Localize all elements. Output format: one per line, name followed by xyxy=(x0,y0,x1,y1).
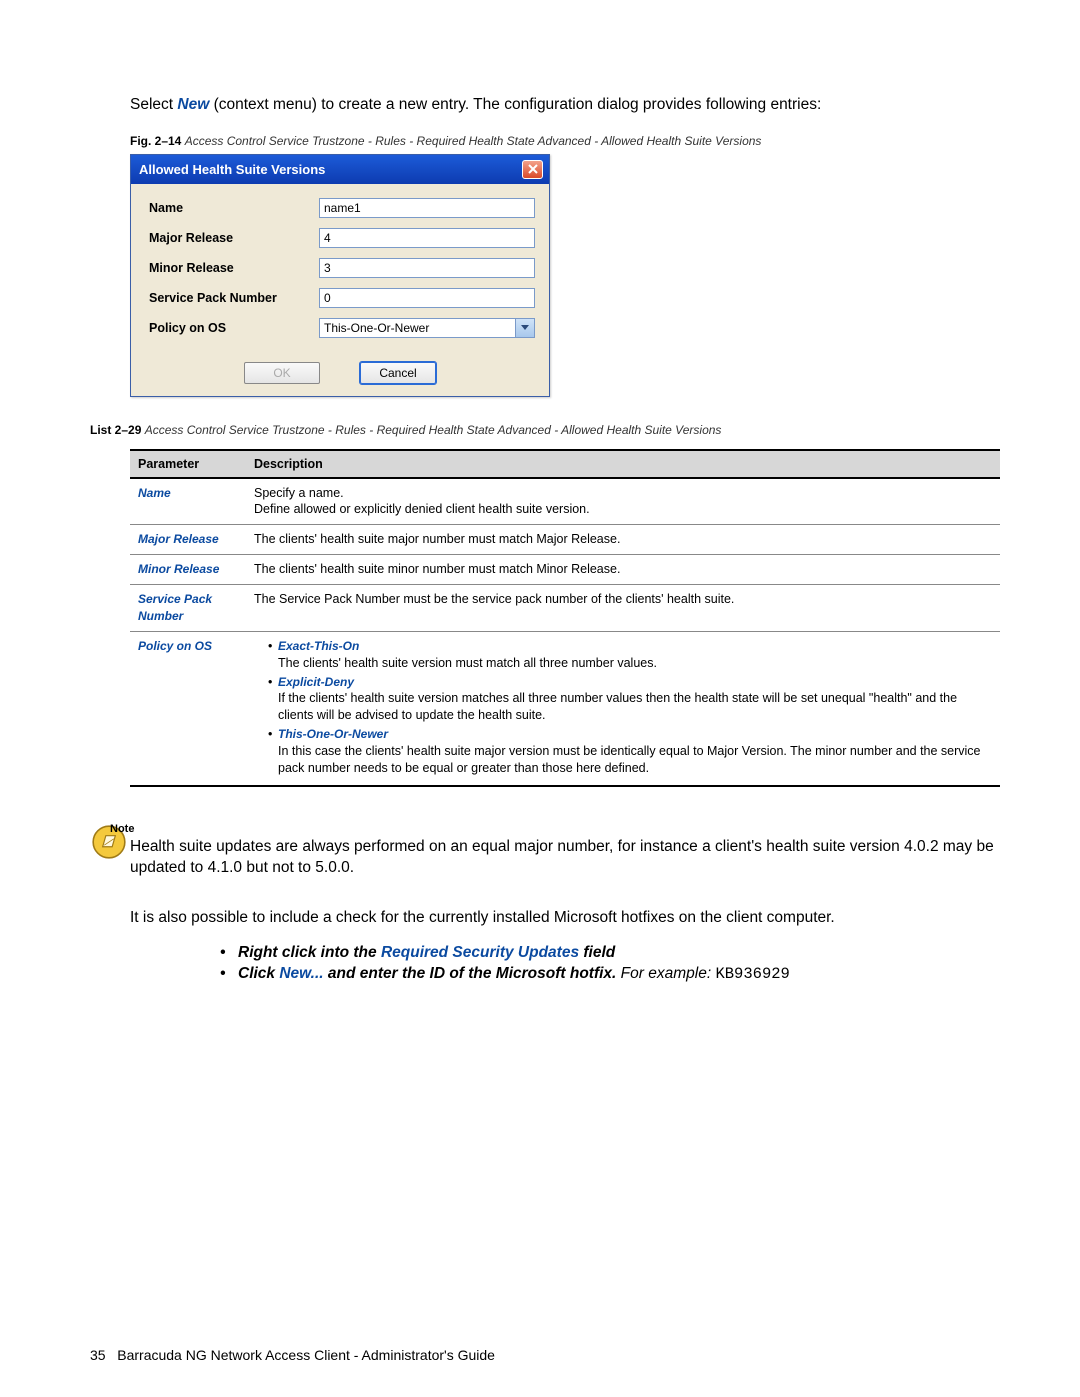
major-release-label: Major Release xyxy=(149,231,319,245)
paragraph-hotfix: It is also possible to include a check f… xyxy=(130,907,1000,929)
chevron-down-icon[interactable] xyxy=(515,319,534,337)
page-footer: 35 Barracuda NG Network Access Client - … xyxy=(90,1347,495,1363)
parameter-description: The clients' health suite minor number m… xyxy=(246,555,1000,585)
note-body-text: Health suite updates are always performe… xyxy=(130,838,994,876)
list-caption: List 2–29 Access Control Service Trustzo… xyxy=(90,423,1000,437)
name-label: Name xyxy=(149,201,319,215)
service-pack-number-input[interactable] xyxy=(319,288,535,308)
parameter-description: The Service Pack Number must be the serv… xyxy=(246,585,1000,632)
instruction-right-click: Right click into the Required Security U… xyxy=(220,944,1000,962)
table-header-description: Description xyxy=(246,450,1000,478)
parameter-description: Specify a name.Define allowed or explici… xyxy=(246,478,1000,525)
parameter-description: The clients' health suite major number m… xyxy=(246,525,1000,555)
service-pack-number-label: Service Pack Number xyxy=(149,291,319,305)
allowed-health-suite-versions-dialog: Allowed Health Suite Versions Name Major… xyxy=(130,154,550,397)
figure-caption: Fig. 2–14 Access Control Service Trustzo… xyxy=(130,134,1000,148)
table-row: Name Specify a name.Define allowed or exp… xyxy=(130,478,1000,525)
parameter-table: Parameter Description Name Specify a name… xyxy=(130,449,1000,787)
table-row: Major Release The clients' health suite m… xyxy=(130,525,1000,555)
name-input[interactable] xyxy=(319,198,535,218)
minor-release-input[interactable] xyxy=(319,258,535,278)
parameter-name: Name xyxy=(138,486,171,500)
parameter-name: Policy on OS xyxy=(138,639,212,653)
intro-keyword-new: New xyxy=(177,96,209,113)
table-row: Policy on OS Exact-This-OnThe clients' he… xyxy=(130,631,1000,786)
dialog-title: Allowed Health Suite Versions xyxy=(139,162,325,177)
intro-text: Select New (context menu) to create a ne… xyxy=(130,96,1000,114)
ok-button[interactable]: OK xyxy=(244,362,320,384)
page-number: 35 xyxy=(90,1347,106,1363)
policy-on-os-label: Policy on OS xyxy=(149,321,319,335)
footer-title: Barracuda NG Network Access Client - Adm… xyxy=(117,1347,495,1363)
major-release-input[interactable] xyxy=(319,228,535,248)
note-label: Note xyxy=(110,823,1000,835)
dialog-titlebar: Allowed Health Suite Versions xyxy=(131,155,549,184)
close-icon[interactable] xyxy=(522,160,543,179)
parameter-name: Major Release xyxy=(138,532,219,546)
dialog-body: Name Major Release Minor Release Service… xyxy=(131,184,549,362)
instructions-list: Right click into the Required Security U… xyxy=(220,944,1000,983)
minor-release-label: Minor Release xyxy=(149,261,319,275)
parameter-description: Exact-This-OnThe clients' health suite v… xyxy=(246,631,1000,786)
parameter-name: Minor Release xyxy=(138,562,219,576)
policy-on-os-select[interactable]: This-One-Or-Newer xyxy=(319,318,535,338)
parameter-name: Service Pack Number xyxy=(138,592,212,623)
instruction-click-new: Click New... and enter the ID of the Mic… xyxy=(220,965,1000,983)
table-row: Service Pack Number The Service Pack Numb… xyxy=(130,585,1000,632)
table-row: Minor Release The clients' health suite m… xyxy=(130,555,1000,585)
cancel-button[interactable]: Cancel xyxy=(360,362,436,384)
table-header-parameter: Parameter xyxy=(130,450,246,478)
note-block: Note Health suite updates are always per… xyxy=(130,823,1000,879)
